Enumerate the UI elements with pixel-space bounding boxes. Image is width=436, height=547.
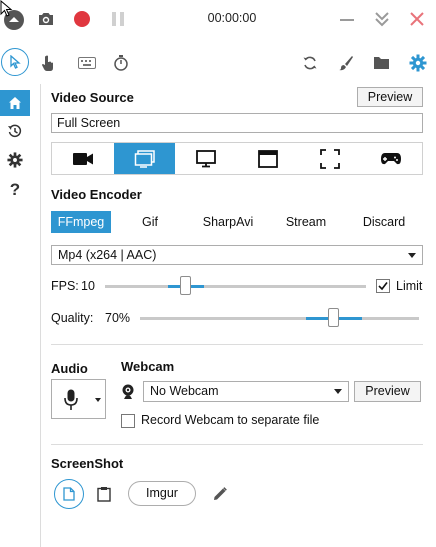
rail-divider — [40, 84, 41, 547]
home-icon — [9, 97, 21, 109]
source-mode-camera[interactable] — [52, 143, 114, 174]
fps-slider-thumb[interactable] — [180, 276, 191, 295]
minimize-icon — [340, 19, 354, 21]
pause-icon — [112, 12, 124, 26]
quality-slider-track[interactable] — [140, 317, 419, 320]
separate-file-label: Record Webcam to separate file — [141, 413, 320, 427]
save-to-file-button[interactable] — [54, 479, 84, 509]
close-icon — [410, 12, 424, 26]
quality-label: Quality: — [51, 311, 94, 325]
checkmark-icon — [378, 282, 388, 291]
clipboard-icon — [97, 487, 111, 502]
video-encoder-title: Video Encoder — [51, 187, 142, 202]
dropdown-arrow-icon — [334, 389, 342, 394]
brush-icon — [339, 56, 353, 71]
fps-label: FPS: — [51, 279, 79, 293]
settings-gear-icon — [409, 54, 427, 72]
tab-ffmpeg[interactable]: FFmpeg — [51, 211, 111, 233]
source-mode-screen[interactable] — [113, 143, 176, 174]
source-mode-monitor[interactable] — [175, 143, 237, 174]
audio-title: Audio — [51, 361, 88, 376]
rail-item-settings[interactable] — [0, 147, 30, 173]
record-icon — [74, 11, 90, 27]
history-icon — [8, 124, 22, 138]
video-source-preview-button[interactable]: Preview — [357, 87, 423, 107]
record-button[interactable] — [69, 6, 95, 32]
window-icon — [257, 149, 278, 168]
tab-stream[interactable]: Stream — [267, 211, 345, 233]
gamepad-icon — [381, 152, 402, 164]
quality-slider-thumb[interactable] — [328, 308, 339, 327]
folder-icon — [374, 57, 389, 69]
rail-item-home[interactable] — [0, 90, 30, 116]
region-icon — [319, 148, 340, 169]
source-mode-region[interactable] — [299, 143, 361, 174]
recording-timer: 00:00:00 — [207, 11, 257, 25]
screen-icon — [134, 149, 155, 168]
camera-icon — [39, 13, 53, 25]
tab-sharpavi[interactable]: SharpAvi — [189, 211, 267, 233]
quality-value: 70% — [105, 311, 131, 325]
section-divider — [51, 344, 423, 345]
monitor-icon — [196, 149, 217, 167]
folder-button[interactable] — [373, 55, 390, 70]
cursor-icon — [10, 55, 21, 69]
stopwatch-icon — [114, 55, 128, 71]
separate-file-checkbox[interactable] — [121, 414, 135, 428]
clicks-toggle[interactable] — [40, 54, 56, 72]
webcam-select-value: No Webcam — [150, 384, 219, 398]
chevron-down-icon — [95, 398, 101, 402]
audio-source-button[interactable] — [51, 379, 106, 419]
fps-value: 10 — [81, 279, 95, 293]
clipboard-button[interactable] — [97, 486, 111, 502]
tab-discard[interactable]: Discard — [345, 211, 423, 233]
video-camera-icon — [72, 152, 93, 165]
limit-label: Limit — [396, 279, 423, 293]
video-source-field[interactable]: Full Screen — [51, 113, 423, 133]
webcam-preview-button[interactable]: Preview — [354, 381, 421, 402]
timer-toggle[interactable] — [113, 54, 129, 72]
settings-icon — [7, 152, 23, 168]
source-mode-window[interactable] — [237, 143, 299, 174]
webcam-icon — [121, 384, 135, 400]
codec-select[interactable]: Mp4 (x264 | AAC) — [51, 245, 423, 265]
screenshot-title: ScreenShot — [51, 456, 124, 471]
dropdown-arrow-icon — [408, 253, 416, 258]
close-button[interactable] — [404, 6, 430, 32]
limit-checkbox[interactable] — [376, 279, 390, 293]
imgur-button[interactable]: Imgur — [128, 481, 196, 506]
encoder-tabs: FFmpeg Gif SharpAvi Stream Discard — [51, 211, 423, 233]
keystrokes-toggle[interactable] — [78, 57, 96, 69]
help-icon: ? — [9, 180, 21, 199]
refresh-button[interactable] — [302, 55, 318, 71]
edit-button[interactable] — [212, 486, 228, 502]
rail-item-help[interactable]: ? — [0, 177, 30, 203]
webcam-select[interactable]: No Webcam — [143, 381, 349, 402]
settings-button[interactable] — [409, 54, 427, 72]
double-chevron-down-icon — [375, 12, 389, 27]
source-mode-strip — [51, 142, 423, 175]
webcam-title: Webcam — [121, 359, 175, 374]
collapse-button[interactable] — [369, 6, 395, 32]
codec-select-value: Mp4 (x264 | AAC) — [58, 248, 157, 262]
fps-slider-track[interactable] — [105, 285, 366, 288]
screenshot-button[interactable] — [33, 6, 59, 32]
tab-gif[interactable]: Gif — [111, 211, 189, 233]
pause-button[interactable] — [105, 6, 131, 32]
file-icon — [63, 487, 75, 501]
pencil-icon — [214, 487, 227, 500]
refresh-icon — [303, 56, 317, 70]
brush-button[interactable] — [338, 55, 354, 71]
touch-icon — [42, 55, 53, 71]
video-source-title: Video Source — [51, 90, 134, 105]
source-mode-gamepad[interactable] — [360, 143, 422, 174]
section-divider — [51, 444, 423, 445]
rail-item-history[interactable] — [0, 118, 30, 144]
cursor-toggle[interactable] — [1, 48, 29, 76]
keyboard-icon — [78, 57, 96, 69]
minimize-button[interactable] — [334, 6, 360, 32]
microphone-icon — [64, 389, 78, 410]
mouse-pointer-icon — [0, 0, 14, 18]
